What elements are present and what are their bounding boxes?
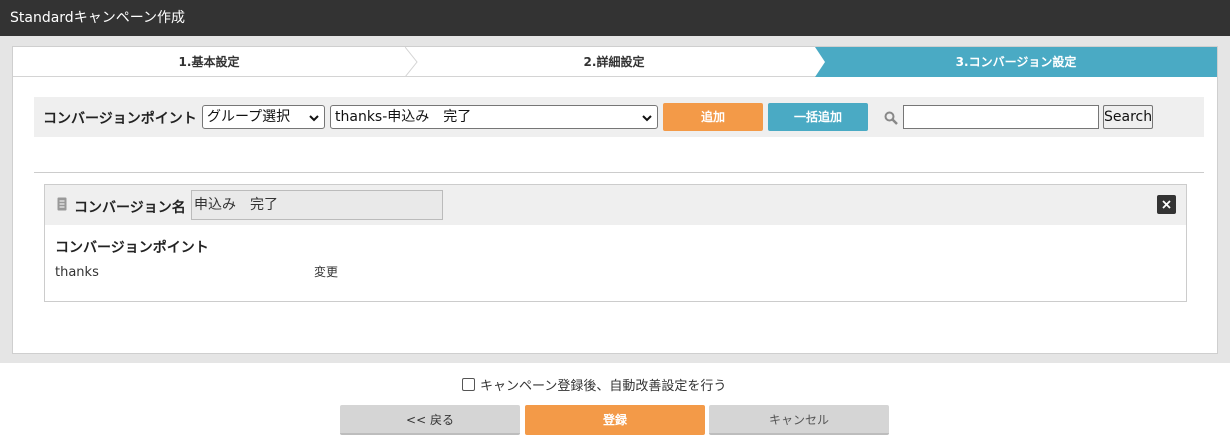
change-link[interactable]: 変更	[314, 263, 338, 280]
close-button[interactable]	[1157, 195, 1176, 214]
register-button[interactable]: 登録	[525, 405, 705, 435]
group-select[interactable]: グループ選択	[202, 105, 325, 129]
conversion-point-select[interactable]: thanks-申込み 完了	[330, 105, 658, 129]
conversion-point-label: コンバージョンポイント	[43, 111, 197, 127]
conversion-card: コンバージョン名 申込み 完了 コンバージョンポイント thanks 変更	[44, 184, 1187, 302]
auto-improve-option[interactable]: キャンペーン登録後、自動改善設定を行う	[462, 375, 727, 394]
step-conversion: 3.コンバージョン設定	[815, 47, 1217, 77]
back-button[interactable]: << 戻る	[340, 405, 520, 435]
step-detail: 2.詳細設定	[583, 55, 645, 69]
chevron-down-icon	[308, 110, 320, 124]
campaign-panel: 1.基本設定 2.詳細設定 3.コンバージョン設定 コンバージョンポイント グル…	[12, 46, 1218, 354]
conversion-point-value: thanks	[55, 265, 99, 280]
bulk-add-button[interactable]: 一括追加	[768, 103, 868, 131]
add-button[interactable]: 追加	[663, 103, 763, 131]
auto-improve-checkbox[interactable]	[462, 378, 475, 391]
search-input[interactable]	[903, 105, 1099, 129]
cancel-button[interactable]: キャンセル	[709, 405, 889, 435]
conversion-name-field[interactable]: 申込み 完了	[191, 190, 443, 220]
chevron-down-icon	[641, 110, 653, 124]
auto-improve-label: キャンペーン登録後、自動改善設定を行う	[480, 379, 727, 394]
window-title: Standardキャンペーン作成	[0, 0, 1230, 36]
divider	[34, 172, 1204, 173]
step-indicator: 1.基本設定 2.詳細設定 3.コンバージョン設定	[13, 47, 1217, 77]
step-basic: 1.基本設定	[178, 55, 240, 69]
search-button[interactable]: Search	[1103, 105, 1153, 129]
document-icon	[57, 196, 67, 211]
search-icon	[884, 110, 898, 125]
conversion-point-heading: コンバージョンポイント	[55, 240, 209, 256]
close-icon	[1162, 200, 1171, 209]
group-select-value: グループ選択	[207, 109, 291, 125]
conversion-point-toolbar: コンバージョンポイント グループ選択 thanks-申込み 完了 追加 一括追加…	[34, 97, 1204, 137]
conversion-point-select-value: thanks-申込み 完了	[335, 109, 472, 125]
conversion-card-header: コンバージョン名 申込み 完了	[45, 185, 1186, 225]
conversion-name-label: コンバージョン名	[74, 200, 186, 216]
